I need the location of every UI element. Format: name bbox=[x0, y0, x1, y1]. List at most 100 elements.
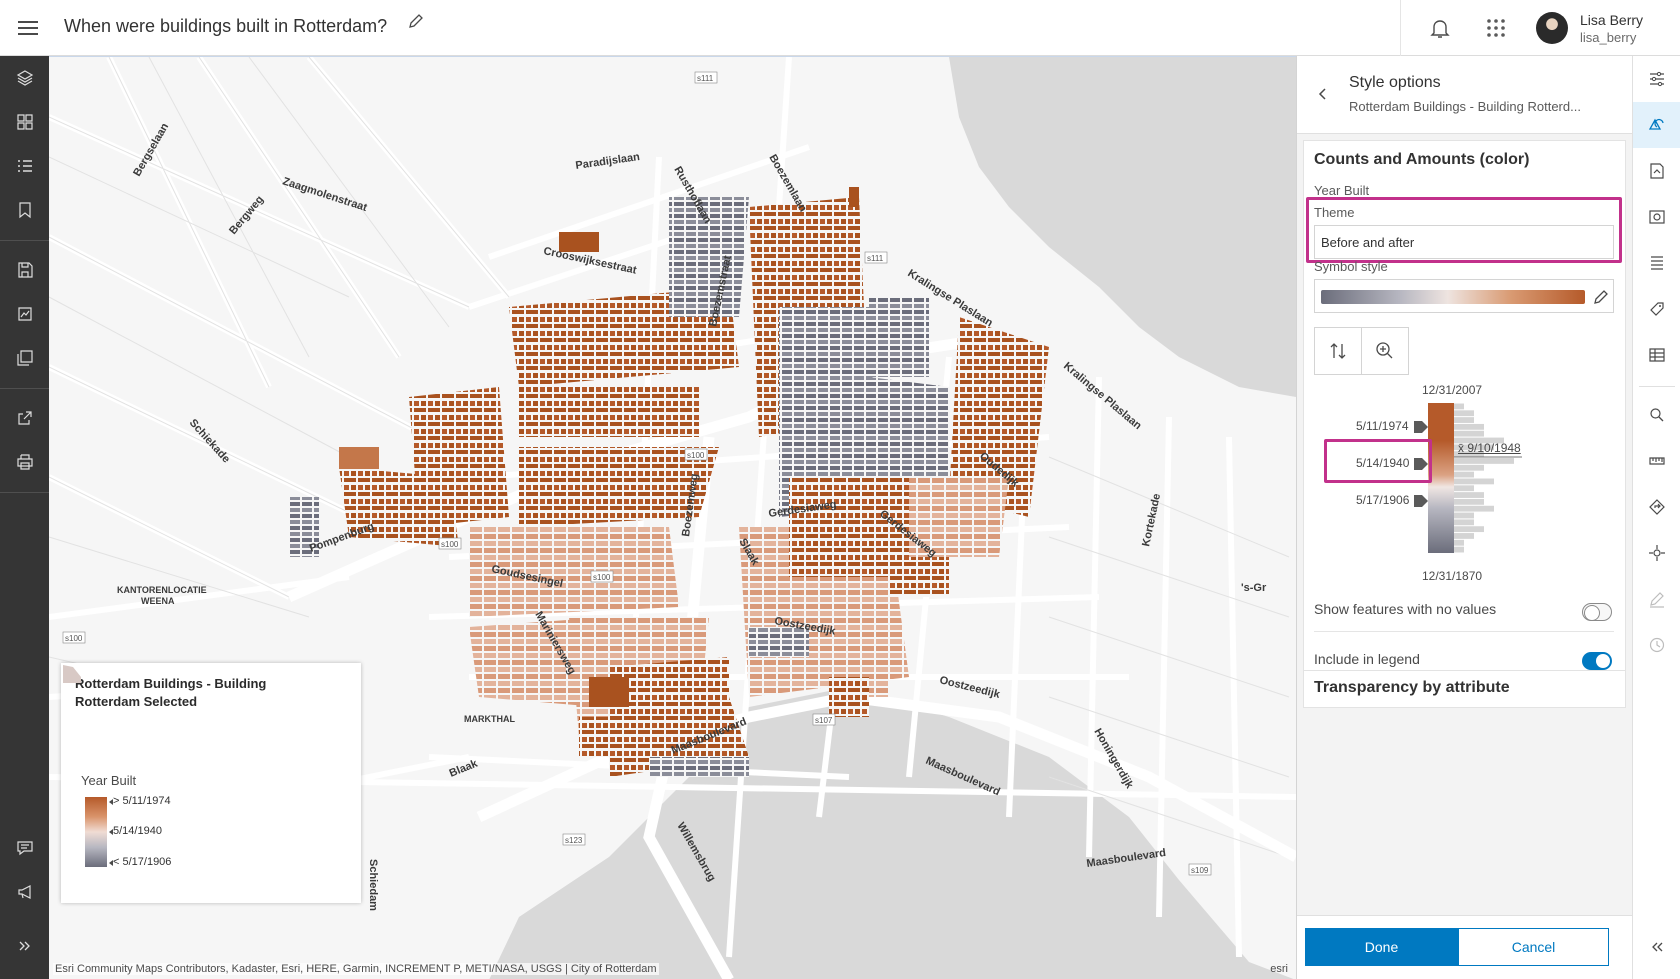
properties-button[interactable] bbox=[1633, 56, 1680, 102]
chevrons-left-icon bbox=[1652, 942, 1663, 952]
show-no-values-toggle[interactable] bbox=[1582, 603, 1612, 621]
cancel-button[interactable]: Cancel bbox=[1458, 928, 1609, 966]
road-label: Kralingse Plaslaan bbox=[1061, 360, 1144, 432]
bookmark-icon bbox=[18, 202, 31, 219]
popups-button[interactable] bbox=[1633, 240, 1680, 286]
slider-handle-upper[interactable] bbox=[1414, 421, 1428, 433]
section-heading[interactable]: Counts and Amounts (color) bbox=[1314, 151, 1529, 169]
road-label: Paradijslaan bbox=[575, 151, 641, 172]
filter-button[interactable] bbox=[1633, 148, 1680, 194]
bookmarks-button[interactable] bbox=[0, 188, 49, 232]
route-shield: s100 bbox=[593, 573, 611, 582]
histogram-ramp bbox=[1428, 403, 1454, 553]
styles-button[interactable] bbox=[1633, 102, 1680, 148]
map-properties-button[interactable] bbox=[0, 292, 49, 336]
swap-vertical-icon bbox=[1330, 343, 1346, 359]
panel-footer: Done Cancel bbox=[1297, 915, 1632, 979]
slider-handle-lower[interactable] bbox=[1414, 495, 1428, 507]
include-legend-label: Include in legend bbox=[1314, 651, 1420, 667]
done-button[interactable]: Done bbox=[1305, 928, 1458, 966]
table-icon bbox=[1649, 348, 1665, 362]
histogram-bar bbox=[1454, 526, 1484, 533]
save-icon bbox=[17, 262, 33, 278]
slider-handle-middle[interactable] bbox=[1414, 458, 1428, 470]
fields-button[interactable] bbox=[1633, 332, 1680, 378]
esri-logo[interactable]: esri bbox=[1270, 963, 1288, 975]
sketch-button[interactable] bbox=[1633, 576, 1680, 622]
layers-button[interactable] bbox=[0, 56, 49, 100]
layers-icon bbox=[16, 70, 33, 86]
toolbar-separator bbox=[0, 492, 49, 493]
time-button[interactable] bbox=[1633, 622, 1680, 668]
symbol-color-ramp bbox=[1321, 290, 1585, 304]
show-no-values-label: Show features with no values bbox=[1314, 601, 1497, 617]
basemap-button[interactable] bbox=[0, 100, 49, 144]
transparency-heading[interactable]: Transparency by attribute bbox=[1314, 679, 1510, 697]
panel-header: Style options Rotterdam Buildings - Buil… bbox=[1297, 56, 1632, 134]
collapse-toolbar-button[interactable] bbox=[1633, 924, 1680, 970]
histogram-bar bbox=[1454, 492, 1484, 498]
labels-button[interactable] bbox=[1633, 286, 1680, 332]
directions-icon bbox=[1649, 499, 1665, 515]
road-label: Kortekade bbox=[1140, 493, 1163, 548]
whats-new-button[interactable] bbox=[0, 870, 49, 914]
legend-button[interactable] bbox=[0, 144, 49, 188]
avatar[interactable] bbox=[1536, 12, 1568, 44]
filter-icon bbox=[1650, 163, 1664, 179]
measure-button[interactable] bbox=[1633, 438, 1680, 484]
handle-label-middle: 5/14/1940 bbox=[1356, 456, 1410, 470]
histogram-slider[interactable] bbox=[1304, 393, 1627, 573]
feedback-button[interactable] bbox=[0, 826, 49, 870]
menu-icon[interactable] bbox=[14, 14, 42, 42]
style-options-panel: Style options Rotterdam Buildings - Buil… bbox=[1296, 56, 1632, 979]
share-icon bbox=[17, 411, 32, 425]
back-arrow-icon[interactable] bbox=[1311, 82, 1335, 106]
symbol-style-label: Symbol style bbox=[1314, 259, 1388, 274]
location-button[interactable] bbox=[1633, 530, 1680, 576]
user-name[interactable]: Lisa Berry bbox=[1580, 12, 1643, 28]
histogram-bar bbox=[1454, 505, 1494, 512]
styles-icon bbox=[1648, 118, 1664, 130]
app-header: When were buildings built in Rotterdam? … bbox=[0, 0, 1680, 56]
header-divider bbox=[1400, 0, 1401, 56]
zoom-histogram-button[interactable] bbox=[1361, 327, 1409, 375]
search-button[interactable] bbox=[1633, 392, 1680, 438]
measure-icon bbox=[1649, 457, 1665, 465]
app-launcher-icon[interactable] bbox=[1484, 16, 1508, 40]
print-button[interactable] bbox=[0, 440, 49, 484]
road-label: MARKTHAL bbox=[464, 714, 515, 724]
handle-label-upper: 5/11/1974 bbox=[1356, 419, 1409, 433]
legend-label-high: > 5/11/1974 bbox=[113, 795, 171, 807]
invert-ramp-button[interactable] bbox=[1314, 327, 1362, 375]
effects-icon bbox=[1649, 210, 1665, 224]
legend-color-ramp bbox=[85, 797, 107, 867]
route-shield: s111 bbox=[867, 254, 884, 263]
histogram-bar bbox=[1454, 533, 1474, 539]
theme-select[interactable]: Before and after bbox=[1314, 225, 1614, 259]
map-legend: Rotterdam Buildings - Building Rotterdam… bbox=[61, 663, 361, 903]
bell-icon[interactable] bbox=[1428, 16, 1452, 40]
sliders-icon bbox=[1650, 71, 1664, 87]
histogram-bar bbox=[1454, 410, 1474, 417]
create-app-button[interactable] bbox=[0, 336, 49, 380]
left-toolbar bbox=[0, 56, 49, 979]
save-button[interactable] bbox=[0, 248, 49, 292]
print-icon bbox=[16, 454, 33, 470]
route-shield: s100 bbox=[687, 451, 705, 460]
share-button[interactable] bbox=[0, 396, 49, 440]
map-view[interactable]: s111 s111 s100 s100 s100 s100 s107 s123 … bbox=[49, 56, 1296, 979]
expand-toolbar-button[interactable] bbox=[0, 924, 49, 968]
pencil-icon[interactable] bbox=[1591, 287, 1611, 307]
effects-button[interactable] bbox=[1633, 194, 1680, 240]
sketch-icon bbox=[1650, 592, 1664, 608]
search-icon bbox=[1650, 408, 1664, 422]
directions-button[interactable] bbox=[1633, 484, 1680, 530]
transparency-card[interactable]: Transparency by attribute bbox=[1303, 670, 1626, 708]
include-legend-toggle[interactable] bbox=[1582, 652, 1612, 670]
symbol-style-selector[interactable] bbox=[1314, 279, 1614, 313]
megaphone-icon bbox=[17, 885, 31, 899]
create-app-icon bbox=[16, 350, 33, 366]
pencil-icon[interactable] bbox=[406, 12, 426, 32]
map-attribution[interactable]: Esri Community Maps Contributors, Kadast… bbox=[53, 963, 659, 975]
legend-label-mid: 5/14/1940 bbox=[113, 825, 162, 837]
